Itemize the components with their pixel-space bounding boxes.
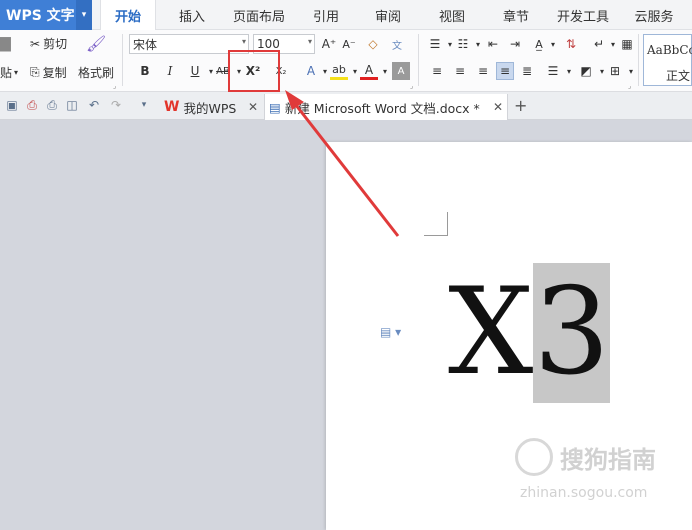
- annotation-arrow: [285, 90, 400, 237]
